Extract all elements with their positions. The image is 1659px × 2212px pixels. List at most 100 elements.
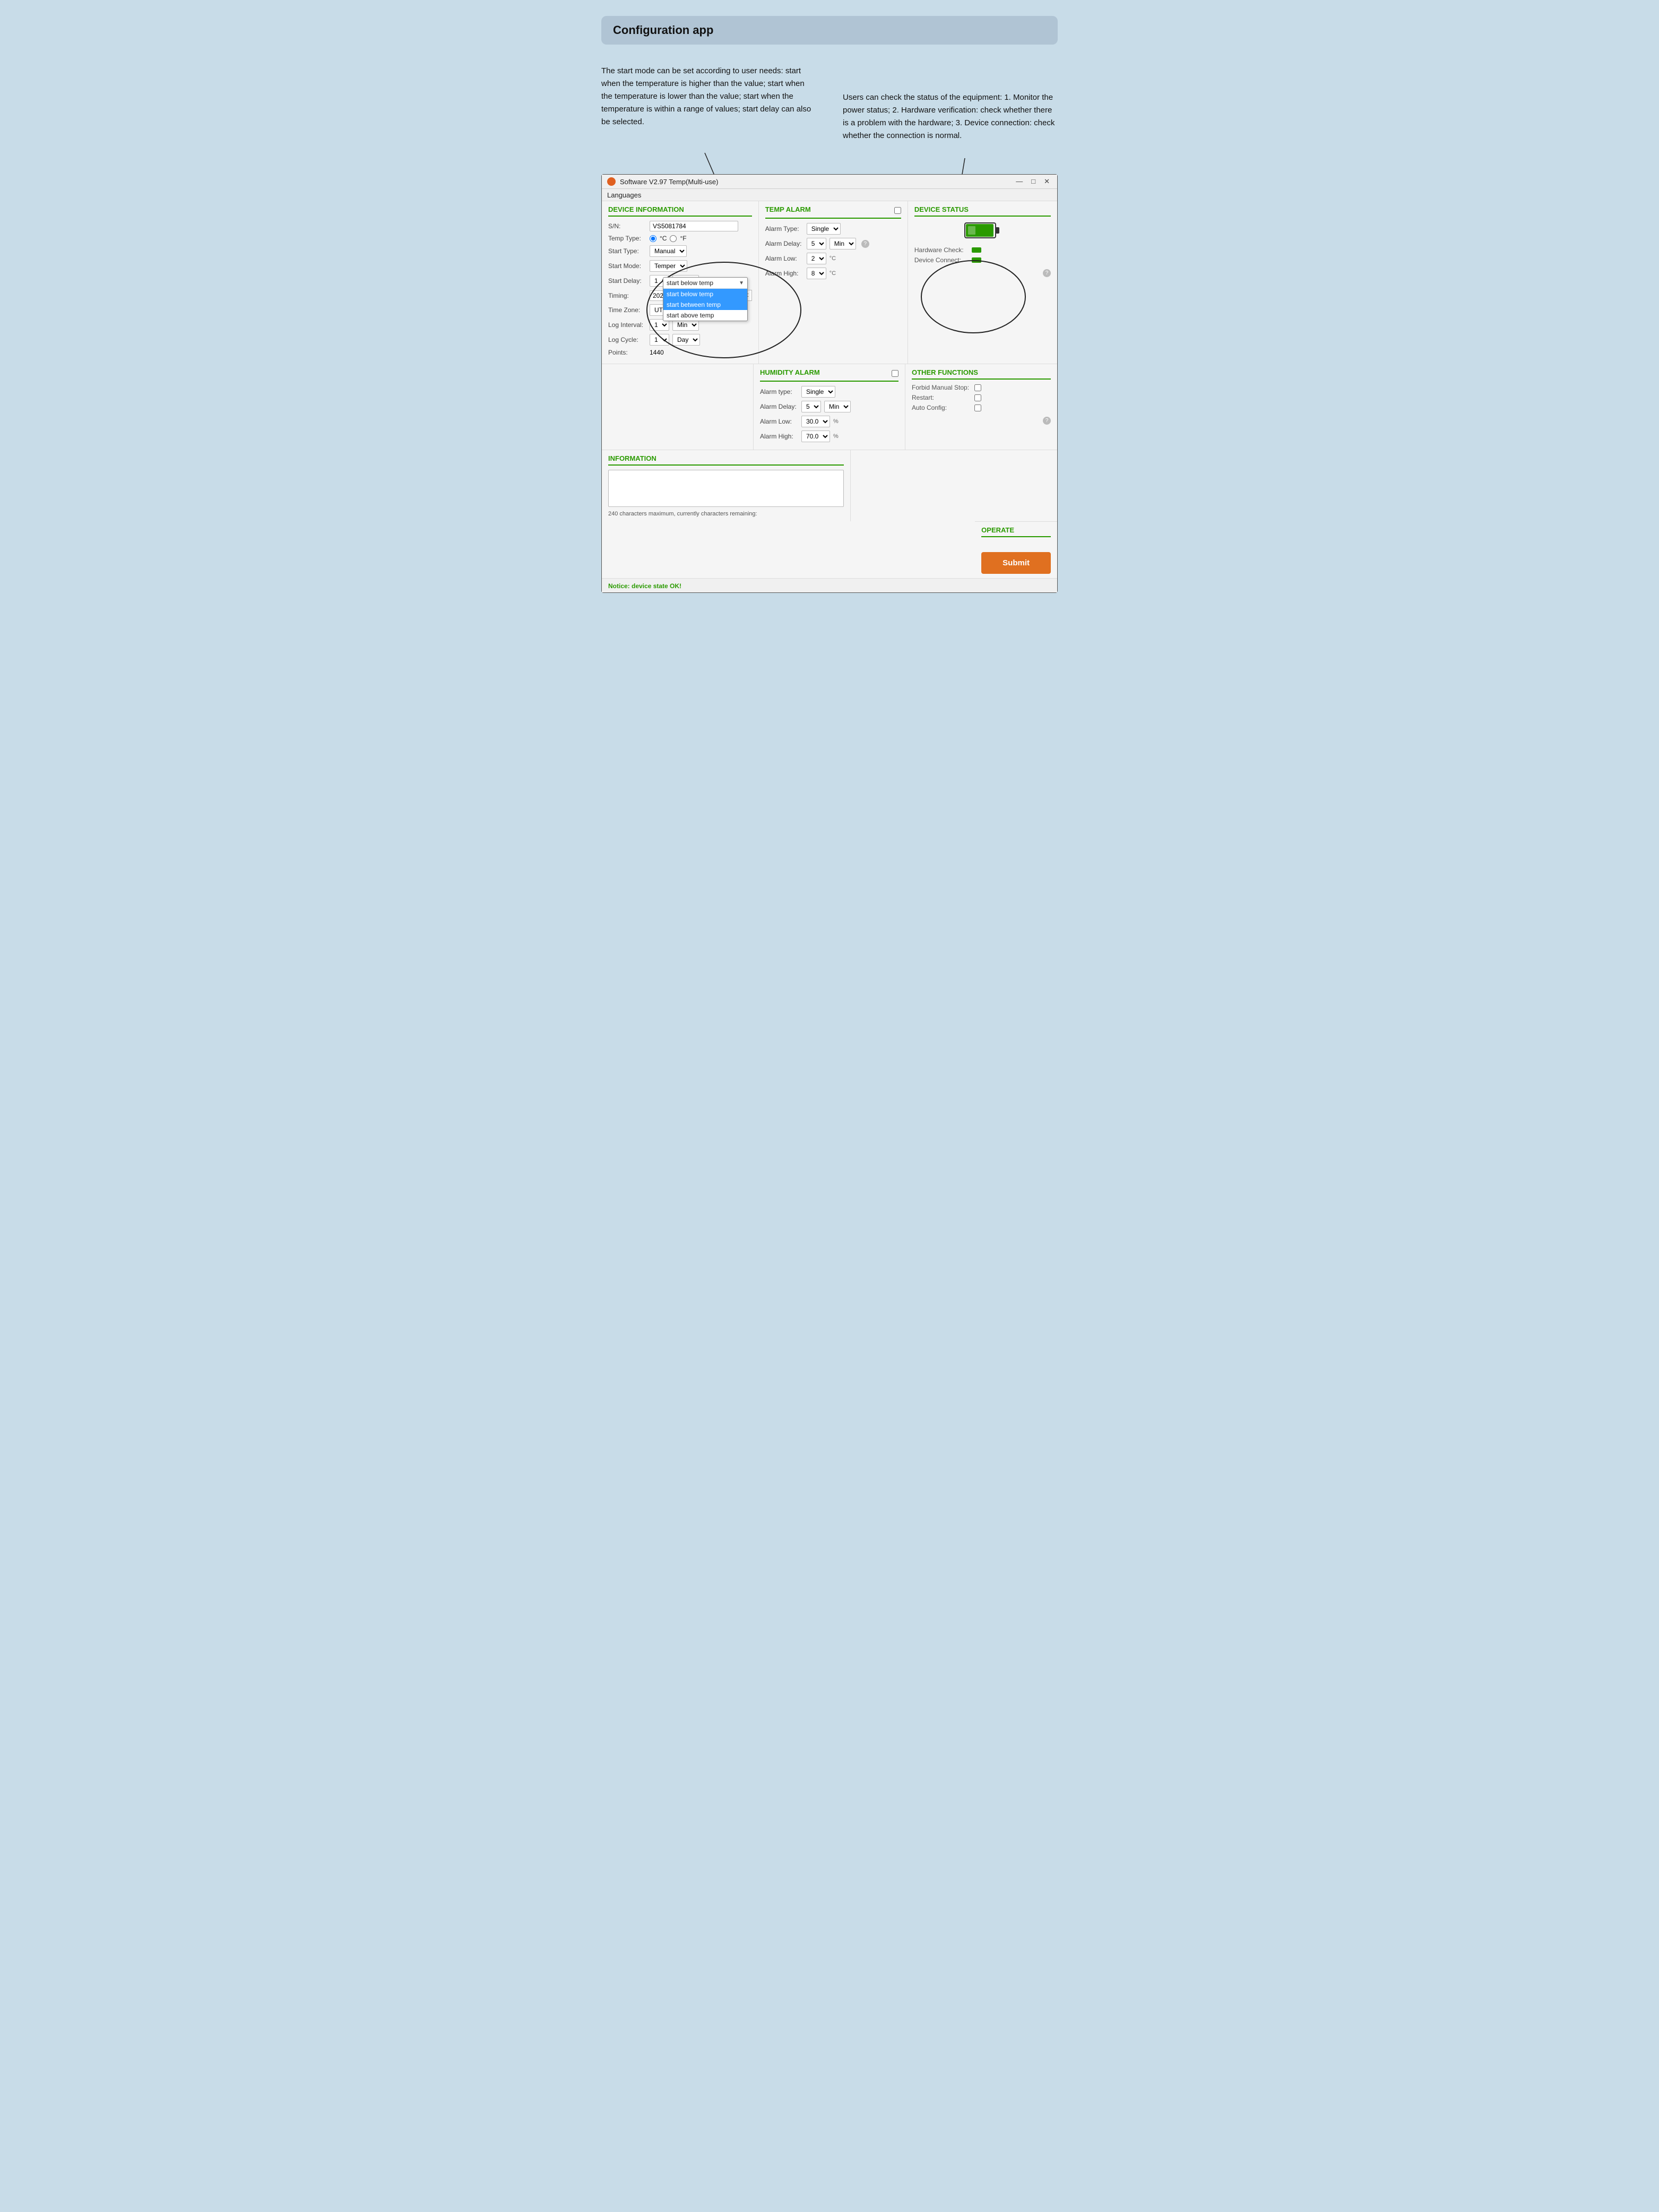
celsius-radio[interactable] (650, 235, 656, 242)
humidity-alarm-low-value[interactable]: 30.0 (801, 416, 830, 427)
temp-alarm-checkbox[interactable] (894, 207, 901, 214)
window-controls: — □ ✕ (1014, 177, 1052, 186)
window-title-left: Software V2.97 Temp(Multi-use) (607, 177, 718, 186)
humidity-alarm-low-unit: % (833, 418, 839, 425)
start-mode-row: Start Mode: Temper (608, 260, 752, 272)
auto-config-label: Auto Config: (912, 404, 970, 411)
fahrenheit-radio[interactable] (670, 235, 677, 242)
languages-menu[interactable]: Languages (607, 191, 641, 199)
operate-title: OPERATE (981, 526, 1051, 537)
auto-config-row: Auto Config: (912, 404, 1051, 411)
temp-alarm-high-label: Alarm High: (765, 270, 803, 277)
desc-right: Users can check the status of the equipm… (827, 59, 1058, 142)
status-bar: Notice: device state OK! (602, 578, 1057, 592)
temp-alarm-high-value[interactable]: 8 (807, 268, 826, 279)
humidity-alarm-delay-label: Alarm Delay: (760, 403, 798, 410)
information-chars: 240 characters maximum, currently charac… (608, 511, 844, 517)
log-cycle-label: Log Cycle: (608, 336, 646, 343)
auto-config-checkbox[interactable] (974, 404, 981, 411)
start-mode-label: Start Mode: (608, 262, 646, 270)
maximize-button[interactable]: □ (1029, 177, 1038, 186)
humidity-alarm-delay-value[interactable]: 5 (801, 401, 821, 412)
start-delay-label: Start Delay: (608, 277, 646, 285)
log-cycle-value[interactable]: 1 (650, 334, 669, 346)
points-value: 1440 (650, 349, 664, 356)
sn-row: S/N: (608, 221, 752, 231)
question-icon-status: ? (1043, 269, 1051, 277)
temp-type-row: Temp Type: °C °F (608, 235, 752, 242)
device-connect-row: Device Connect: (914, 256, 1051, 264)
desc-section: The start mode can be set according to u… (601, 59, 1058, 142)
information-textarea[interactable] (608, 470, 844, 507)
status-question-container: ? (914, 269, 1051, 277)
dropdown-item-0[interactable]: start below temp (663, 289, 747, 299)
device-connect-indicator (972, 257, 981, 263)
temp-alarm-type-row: Alarm Type: Single (765, 223, 901, 235)
functions-question-container: ? (912, 417, 1051, 425)
log-cycle-row: Log Cycle: 1 Day (608, 334, 752, 346)
dropdown-header: start below temp ▼ (663, 278, 747, 289)
dropdown-item-1[interactable]: start between temp (663, 299, 747, 310)
restart-label: Restart: (912, 394, 970, 401)
temp-alarm-high-row: Alarm High: 8 °C (765, 268, 901, 279)
humidity-alarm-low-row: Alarm Low: 30.0 % (760, 416, 898, 427)
humidity-alarm-high-label: Alarm High: (760, 433, 798, 440)
device-status-title: DEVICE STATUS (914, 205, 1051, 217)
hardware-check-indicator (972, 247, 981, 253)
log-cycle-unit[interactable]: Day (672, 334, 700, 346)
window-menubar: Languages (602, 189, 1057, 201)
humidity-alarm-type-row: Alarm type: Single (760, 386, 898, 398)
celsius-label: °C (660, 235, 667, 242)
app-window: Software V2.97 Temp(Multi-use) — □ ✕ Lan… (601, 174, 1058, 593)
temp-alarm-low-unit: °C (830, 255, 836, 262)
bottom-grid: INFORMATION 240 characters maximum, curr… (602, 450, 1057, 578)
temp-alarm-type-select[interactable]: Single (807, 223, 841, 235)
information-panel: INFORMATION 240 characters maximum, curr… (602, 450, 851, 521)
humidity-alarm-checkbox[interactable] (892, 370, 898, 377)
question-icon-functions: ? (1043, 417, 1051, 425)
desc-left: The start mode can be set according to u… (601, 59, 816, 142)
dropdown-item-2[interactable]: start above temp (663, 310, 747, 321)
humidity-alarm-panel: HUMIDITY ALARM Alarm type: Single Alarm … (754, 364, 905, 450)
temp-alarm-low-row: Alarm Low: 2 °C (765, 253, 901, 264)
start-type-label: Start Type: (608, 247, 646, 255)
forbid-manual-stop-label: Forbid Manual Stop: (912, 384, 970, 391)
minimize-button[interactable]: — (1014, 177, 1025, 186)
window-content: DEVICE INFORMATION S/N: Temp Type: °C °F (602, 201, 1057, 592)
app-icon (607, 177, 616, 186)
device-info-title: DEVICE INFORMATION (608, 205, 752, 217)
sn-label: S/N: (608, 222, 646, 230)
temp-alarm-delay-label: Alarm Delay: (765, 240, 803, 247)
sn-input[interactable] (650, 221, 738, 231)
submit-button[interactable]: Submit (981, 552, 1051, 574)
hardware-check-row: Hardware Check: (914, 246, 1051, 254)
humidity-alarm-delay-unit[interactable]: Min (824, 401, 851, 412)
temp-alarm-title: TEMP ALARM (765, 205, 811, 216)
humidity-alarm-type-label: Alarm type: (760, 388, 798, 395)
start-type-select[interactable]: Manual (650, 245, 687, 257)
page-wrapper: Configuration app The start mode can be … (591, 11, 1068, 609)
restart-checkbox[interactable] (974, 394, 981, 401)
humidity-alarm-high-value[interactable]: 70.0 (801, 431, 830, 442)
temp-alarm-delay-value[interactable]: 5 (807, 238, 826, 249)
battery-icon (964, 221, 1001, 241)
start-type-row: Start Type: Manual (608, 245, 752, 257)
forbid-manual-stop-checkbox[interactable] (974, 384, 981, 391)
temp-alarm-delay-row: Alarm Delay: 5 Min ? (765, 238, 901, 249)
humidity-alarm-low-label: Alarm Low: (760, 418, 798, 425)
temp-type-group: °C °F (650, 235, 687, 242)
information-title: INFORMATION (608, 454, 844, 466)
temp-alarm-low-label: Alarm Low: (765, 255, 803, 262)
dropdown-current-value: start below temp (667, 279, 713, 287)
start-mode-select[interactable]: Temper (650, 260, 687, 272)
start-mode-dropdown[interactable]: start below temp ▼ start below temp star… (663, 277, 748, 321)
humidity-alarm-delay-row: Alarm Delay: 5 Min (760, 401, 898, 412)
humidity-alarm-type-select[interactable]: Single (801, 386, 835, 398)
temp-alarm-low-value[interactable]: 2 (807, 253, 826, 264)
operate-panel: OPERATE Submit (975, 521, 1057, 578)
temp-type-label: Temp Type: (608, 235, 646, 242)
temp-alarm-delay-unit[interactable]: Min (830, 238, 856, 249)
battery-container (914, 221, 1051, 241)
log-interval-label: Log Interval: (608, 321, 646, 329)
close-button[interactable]: ✕ (1042, 177, 1052, 186)
